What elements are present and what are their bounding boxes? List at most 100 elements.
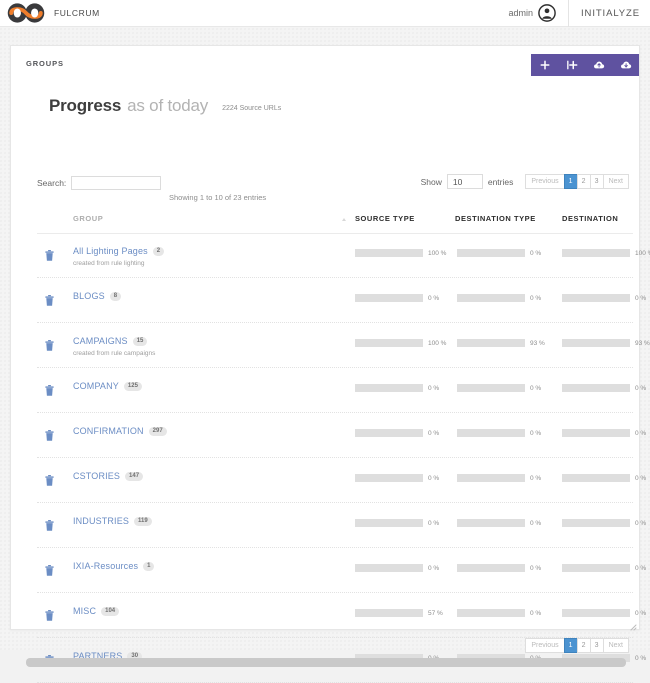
destination-percent-label: 0 % (635, 385, 646, 392)
destination-type-percent-label: 0 % (530, 610, 541, 617)
destination-type-bar-track (457, 609, 525, 617)
delete-group-icon[interactable] (45, 293, 54, 304)
destination-cell: 0 % (562, 609, 646, 617)
cloud-upload-button[interactable] (585, 54, 612, 76)
group-count-badge: 2 (153, 247, 164, 256)
destination-bar-track (562, 429, 630, 437)
group-name-link[interactable]: COMPANY (73, 381, 119, 391)
group-name-link[interactable]: All Lighting Pages (73, 246, 148, 256)
pagination-bottom-next[interactable]: Next (603, 638, 629, 653)
pagination-page-3[interactable]: 3 (590, 174, 603, 189)
destination-type-percent-label: 93 % (530, 340, 545, 347)
group-count-badge: 147 (125, 472, 143, 481)
source-type-percent-label: 0 % (428, 430, 439, 437)
tenant-name-label[interactable]: INITIALYZE (581, 8, 650, 19)
panel-header: GROUPS (11, 46, 639, 81)
table-body: All Lighting Pages2created from rule lig… (37, 233, 633, 683)
user-avatar-icon[interactable] (538, 4, 556, 22)
source-type-bar-track (355, 564, 423, 572)
delete-group-icon[interactable] (45, 473, 54, 484)
source-type-percent-label: 0 % (428, 475, 439, 482)
search-area: Search: (37, 176, 161, 190)
pagination-bottom-page-3[interactable]: 3 (590, 638, 603, 653)
group-name-link[interactable]: IXIA-Resources (73, 561, 138, 571)
source-type-bar-track (355, 339, 423, 347)
destination-cell: 0 % (562, 564, 646, 572)
pagination-previous[interactable]: Previous (525, 174, 563, 189)
pagination-bottom-page-2[interactable]: 2 (577, 638, 590, 653)
group-name-cell: INDUSTRIES 119 (73, 516, 152, 526)
delete-group-icon[interactable] (45, 338, 54, 349)
panel-kicker-label: GROUPS (26, 59, 64, 68)
delete-group-icon[interactable] (45, 608, 54, 619)
destination-type-cell: 0 % (457, 429, 541, 437)
group-name-cell: CONFIRMATION297 (73, 426, 167, 436)
destination-cell: 0 % (562, 474, 646, 482)
source-type-percent-label: 0 % (428, 385, 439, 392)
pagination-bottom-page-1[interactable]: 1 (564, 638, 577, 653)
source-type-cell: 0 % (355, 519, 439, 527)
table-row: CAMPAIGNS15created from rule campaigns10… (37, 323, 633, 368)
destination-bar-track (562, 474, 630, 482)
destination-type-bar-track (457, 474, 525, 482)
source-type-cell: 0 % (355, 294, 439, 302)
table-row: All Lighting Pages2created from rule lig… (37, 233, 633, 278)
group-count-badge: 104 (101, 607, 119, 616)
pagination-next[interactable]: Next (603, 174, 629, 189)
pagination-page-1[interactable]: 1 (564, 174, 577, 189)
table-row: CONFIRMATION2970 %0 %0 % (37, 413, 633, 458)
destination-type-percent-label: 0 % (530, 295, 541, 302)
destination-type-bar-track (457, 339, 525, 347)
group-name-link[interactable]: MISC (73, 606, 96, 616)
source-type-bar-track (355, 249, 423, 257)
destination-type-percent-label: 0 % (530, 250, 541, 257)
column-header-destination[interactable]: DESTINATION (562, 214, 618, 223)
add-group-button[interactable] (531, 54, 558, 76)
table-row: IXIA-Resources10 %0 %0 % (37, 548, 633, 593)
delete-group-icon[interactable] (45, 383, 54, 394)
table-row: COMPANY1250 %0 %0 % (37, 368, 633, 413)
table-row: BLOGS80 %0 %0 % (37, 278, 633, 323)
source-urls-count: 2224 Source URLs (222, 105, 281, 112)
destination-cell: 100 % (562, 249, 650, 257)
destination-type-percent-label: 0 % (530, 430, 541, 437)
delete-group-icon[interactable] (45, 518, 54, 529)
add-group-from-rule-button[interactable] (558, 54, 585, 76)
delete-group-icon[interactable] (45, 428, 54, 439)
destination-type-percent-label: 0 % (530, 475, 541, 482)
horizontal-scrollbar-thumb[interactable] (26, 658, 626, 667)
source-type-cell: 0 % (355, 384, 439, 392)
group-name-link[interactable]: CSTORIES (73, 471, 120, 481)
column-header-source-type[interactable]: SOURCE TYPE (355, 214, 415, 223)
delete-group-icon[interactable] (45, 248, 54, 259)
pagination-bottom: Previous 1 2 3 Next (525, 638, 629, 653)
column-header-group[interactable]: GROUP (73, 214, 103, 223)
group-name-link[interactable]: CAMPAIGNS (73, 336, 128, 346)
horizontal-scrollbar-track[interactable] (26, 658, 626, 667)
destination-percent-label: 0 % (635, 295, 646, 302)
destination-type-cell: 0 % (457, 294, 541, 302)
column-header-destination-type[interactable]: DESTINATION TYPE (455, 214, 536, 223)
pagination-bottom-previous[interactable]: Previous (525, 638, 563, 653)
source-type-percent-label: 100 % (428, 250, 446, 257)
group-count-badge: 119 (134, 517, 152, 526)
source-type-bar-track (355, 294, 423, 302)
pagination-top: Previous 1 2 3 Next (525, 174, 629, 189)
sort-ascending-icon[interactable] (342, 218, 346, 221)
brand-area[interactable]: FULCRUM (0, 2, 100, 24)
resize-grip-icon[interactable] (628, 618, 637, 627)
source-type-bar-track (355, 384, 423, 392)
cloud-download-button[interactable] (612, 54, 639, 76)
group-name-link[interactable]: BLOGS (73, 291, 105, 301)
entries-per-page-select[interactable]: 10 (447, 174, 483, 189)
search-input[interactable] (71, 176, 161, 190)
group-name-link[interactable]: INDUSTRIES (73, 516, 129, 526)
destination-type-bar-track (457, 564, 525, 572)
destination-bar-track (562, 249, 630, 257)
delete-group-icon[interactable] (45, 563, 54, 574)
pagination-page-2[interactable]: 2 (577, 174, 590, 189)
group-count-badge: 1 (143, 562, 154, 571)
destination-percent-label: 100 % (635, 250, 650, 257)
group-name-link[interactable]: CONFIRMATION (73, 426, 144, 436)
group-count-badge: 125 (124, 382, 142, 391)
